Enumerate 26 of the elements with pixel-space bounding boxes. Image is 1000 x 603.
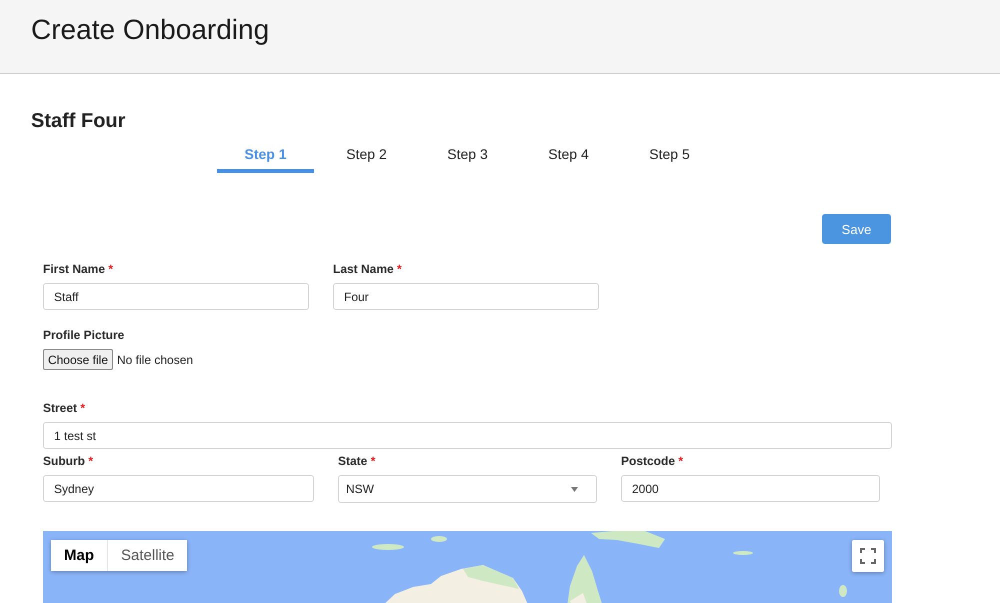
field-label: Postcode * [621, 454, 684, 468]
field-label: First Name * [43, 262, 114, 276]
field-label: State * [338, 454, 376, 468]
file-status: No file chosen [117, 352, 194, 366]
page-title: Create Onboarding [31, 14, 270, 46]
input-field[interactable]: Four [333, 283, 599, 310]
field-label: Suburb * [43, 454, 94, 468]
field-label: Street * [43, 401, 86, 415]
input-field[interactable]: Staff [43, 283, 309, 310]
staff-name: Staff Four [31, 110, 126, 133]
step-tab[interactable]: Step 4 [520, 138, 617, 173]
step-tab[interactable]: Step 3 [419, 138, 516, 173]
map-type-tab[interactable]: Map [51, 540, 108, 571]
input-field[interactable]: Sydney [43, 475, 314, 502]
input-field[interactable]: 2000 [621, 475, 880, 502]
input-field[interactable]: 1 test st [43, 422, 892, 449]
step-tab[interactable]: Step 2 [318, 138, 415, 173]
field-label: Profile Picture [43, 328, 126, 342]
fullscreen-button[interactable] [852, 540, 884, 572]
choose-file-button[interactable]: Choose file [43, 349, 113, 370]
field-label: Last Name * [333, 262, 403, 276]
fullscreen-icon [860, 548, 876, 564]
step-tab[interactable]: Step 5 [621, 138, 718, 173]
dropdown-field[interactable]: NSW [338, 475, 597, 503]
caret-icon [571, 486, 578, 492]
map-type-tab[interactable]: Satellite [108, 540, 188, 571]
